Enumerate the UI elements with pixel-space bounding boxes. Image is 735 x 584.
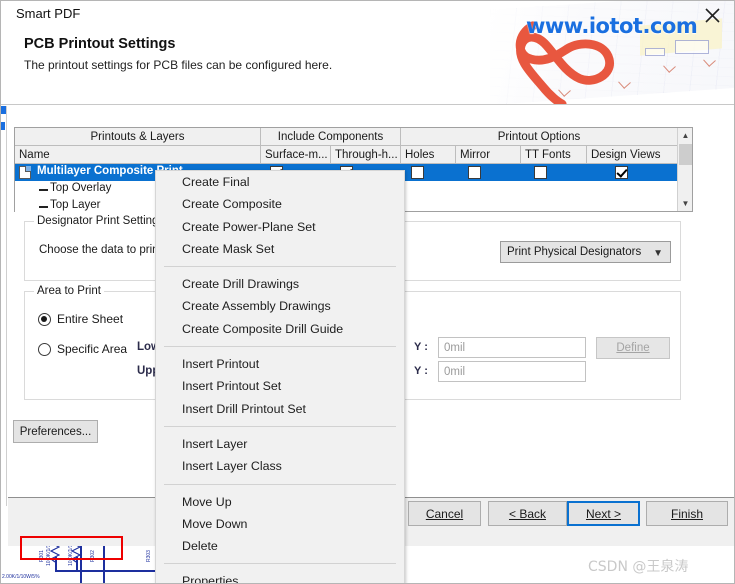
back-button-label: < Back bbox=[508, 506, 547, 521]
checkbox-holes[interactable] bbox=[411, 166, 424, 179]
radio-entire-sheet[interactable] bbox=[38, 313, 51, 326]
radio-entire-sheet-label: Entire Sheet bbox=[57, 312, 124, 326]
column-header-tt-fonts[interactable]: TT Fonts bbox=[521, 146, 587, 164]
y-label-lower: Y : bbox=[414, 341, 428, 353]
page-title: PCB Printout Settings bbox=[24, 36, 176, 52]
banner-symbol bbox=[645, 48, 665, 56]
menu-item-move-down[interactable]: Move Down bbox=[156, 513, 404, 535]
layer-dash-icon bbox=[39, 206, 48, 208]
y-field-lower[interactable]: 0mil bbox=[438, 337, 586, 358]
define-button[interactable]: Define bbox=[596, 337, 670, 359]
back-button[interactable]: < Back bbox=[488, 501, 567, 526]
menu-item-insert-printout-set[interactable]: Insert Printout Set bbox=[156, 375, 404, 397]
menu-item-create-assembly-drawings[interactable]: Create Assembly Drawings bbox=[156, 295, 404, 317]
menu-item-create-final[interactable]: Create Final bbox=[156, 171, 404, 193]
column-header-design-views[interactable]: Design Views bbox=[587, 146, 678, 164]
menu-item-create-drill-drawings[interactable]: Create Drill Drawings bbox=[156, 273, 404, 295]
menu-item-create-composite-drill-guide[interactable]: Create Composite Drill Guide bbox=[156, 318, 404, 340]
list-item-label: Top Overlay bbox=[50, 182, 112, 194]
designator-group-title: Designator Print Settings bbox=[34, 215, 168, 227]
column-header-name[interactable]: Name bbox=[15, 146, 261, 164]
menu-item-insert-printout[interactable]: Insert Printout bbox=[156, 353, 404, 375]
close-icon[interactable] bbox=[701, 4, 725, 28]
schematic-label: R302 bbox=[90, 550, 96, 562]
finish-button-label: Finish bbox=[670, 506, 703, 521]
preferences-button[interactable]: Preferences... bbox=[13, 420, 98, 443]
finish-button[interactable]: Finish bbox=[646, 501, 728, 526]
menu-separator bbox=[164, 563, 396, 565]
group-header-printouts-layers: Printouts & Layers bbox=[15, 128, 261, 146]
menu-item-insert-layer-class[interactable]: Insert Layer Class bbox=[156, 455, 404, 477]
next-button[interactable]: Next > bbox=[567, 501, 640, 526]
group-header-include-components: Include Components bbox=[261, 128, 401, 146]
menu-item-insert-layer[interactable]: Insert Layer bbox=[156, 433, 404, 455]
panel-left-edge bbox=[6, 106, 7, 506]
checkbox-tt-fonts[interactable] bbox=[534, 166, 547, 179]
define-button-label: Define bbox=[616, 342, 650, 354]
menu-item-properties[interactable]: Properties... bbox=[156, 570, 404, 584]
menu-item-move-up[interactable]: Move Up bbox=[156, 491, 404, 513]
column-header-mirror[interactable]: Mirror bbox=[456, 146, 521, 164]
radio-specific-area-label: Specific Area bbox=[57, 342, 128, 356]
menu-separator bbox=[164, 266, 396, 268]
scrollbar-thumb[interactable] bbox=[679, 144, 692, 165]
printout-page-icon bbox=[19, 166, 31, 179]
layer-dash-icon bbox=[39, 189, 48, 191]
y-label-upper: Y : bbox=[414, 365, 428, 377]
menu-item-create-mask-set[interactable]: Create Mask Set bbox=[156, 238, 404, 260]
chevron-down-icon[interactable]: ▼ bbox=[653, 248, 663, 259]
accent-bar bbox=[0, 122, 5, 130]
banner-symbol bbox=[675, 40, 709, 54]
menu-separator bbox=[164, 425, 396, 427]
menu-separator bbox=[164, 483, 396, 485]
table-scrollbar[interactable]: ▲ ▼ bbox=[677, 128, 692, 211]
designator-combo-value: Print Physical Designators bbox=[507, 246, 642, 258]
chevron-up-icon[interactable]: ▲ bbox=[678, 128, 693, 143]
list-item-label: Top Layer bbox=[50, 199, 101, 211]
schematic-label: R301 bbox=[39, 550, 45, 562]
column-header-holes[interactable]: Holes bbox=[401, 146, 456, 164]
area-group-title: Area to Print bbox=[34, 285, 104, 297]
menu-item-insert-drill-printout-set[interactable]: Insert Drill Printout Set bbox=[156, 398, 404, 420]
menu-separator bbox=[164, 346, 396, 348]
schematic-label: R303 bbox=[146, 550, 152, 562]
schematic-label: 2.00K/1/10W/5% bbox=[2, 574, 40, 580]
checkbox-design-views[interactable] bbox=[615, 166, 628, 179]
column-header-through-hole[interactable]: Through-h... bbox=[331, 146, 401, 164]
y-field-upper[interactable]: 0mil bbox=[438, 361, 586, 382]
cancel-button[interactable]: Cancel bbox=[408, 501, 481, 526]
menu-item-create-composite[interactable]: Create Composite bbox=[156, 193, 404, 215]
watermark-bottom: CSDN @王泉涛 bbox=[588, 559, 689, 575]
designator-combo[interactable]: Print Physical Designators ▼ bbox=[500, 241, 671, 263]
app-title: Smart PDF bbox=[16, 6, 81, 21]
menu-item-delete[interactable]: Delete bbox=[156, 535, 404, 557]
page-subtitle: The printout settings for PCB files can … bbox=[24, 58, 333, 72]
context-menu[interactable]: Create Final Create Composite Create Pow… bbox=[155, 170, 405, 584]
group-header-printout-options: Printout Options bbox=[401, 128, 678, 146]
screen-root: 10.0K/1/10W/5% R301 10.0K/1/10W/5% R302 … bbox=[0, 0, 735, 584]
column-header-surface-mount[interactable]: Surface-m... bbox=[261, 146, 331, 164]
cancel-button-label: Cancel bbox=[425, 506, 464, 521]
watermark-top: www.iotot.com bbox=[526, 14, 698, 38]
header-banner: www.iotot.com bbox=[490, 0, 735, 105]
checkbox-mirror[interactable] bbox=[468, 166, 481, 179]
header-divider bbox=[0, 104, 735, 105]
menu-item-create-power-plane-set[interactable]: Create Power-Plane Set bbox=[156, 216, 404, 238]
radio-specific-area[interactable] bbox=[38, 343, 51, 356]
next-button-label: Next > bbox=[585, 506, 621, 521]
chevron-down-icon[interactable]: ▼ bbox=[678, 196, 693, 211]
